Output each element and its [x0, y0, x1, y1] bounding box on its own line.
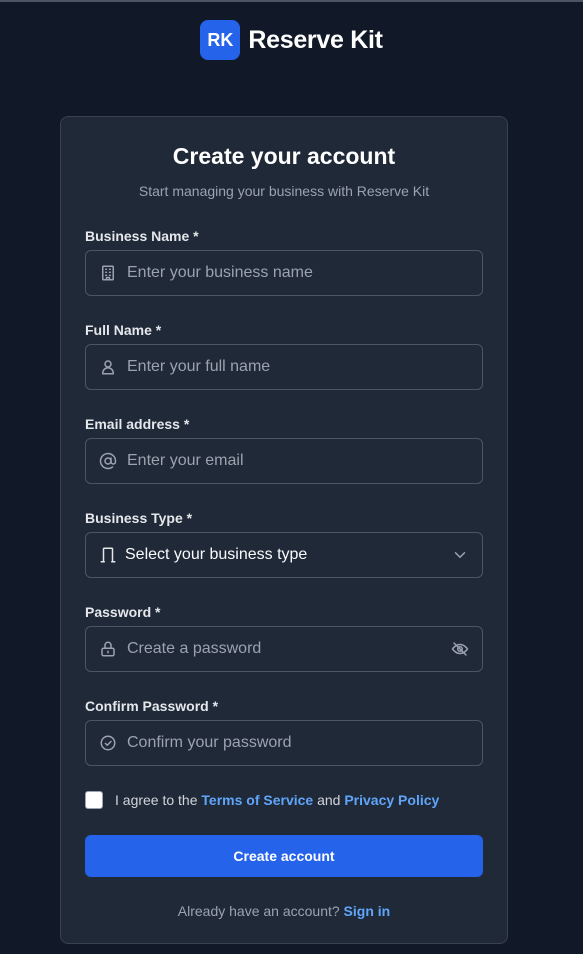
email-field[interactable] [85, 438, 483, 484]
privacy-link[interactable]: Privacy Policy [344, 792, 439, 808]
business-name-input[interactable] [125, 250, 482, 296]
full-name-field[interactable] [85, 344, 483, 390]
terms-link[interactable]: Terms of Service [201, 792, 313, 808]
confirm-password-field[interactable] [85, 720, 483, 766]
eye-off-icon[interactable] [451, 640, 469, 658]
page-subtitle: Start managing your business with Reserv… [138, 183, 430, 199]
business-name-field[interactable] [85, 250, 483, 296]
email-label: Email address * [85, 416, 190, 432]
create-account-button[interactable]: Create account [85, 835, 483, 877]
brand-name: Reserve Kit [248, 25, 383, 54]
business-name-label: Business Name * [85, 228, 199, 244]
lock-icon [99, 640, 117, 658]
at-sign-icon [99, 452, 117, 470]
user-icon [99, 358, 117, 376]
password-input[interactable] [125, 626, 451, 672]
check-circle-icon [99, 734, 117, 752]
logo: RK [200, 20, 241, 60]
signin-link[interactable]: Sign in [344, 903, 391, 919]
business-type-value: Select your business type [125, 546, 308, 563]
terms-checkbox[interactable] [85, 791, 103, 809]
full-name-label: Full Name * [85, 322, 162, 338]
brand-header: RK Reserve Kit [0, 20, 583, 60]
signin-prompt-text: Already have an account? [177, 903, 340, 919]
page-title: Create your account [172, 143, 396, 169]
agree-and: and [317, 792, 341, 808]
signup-card: Create your account Start managing your … [60, 116, 508, 944]
signin-prompt: Already have an account? Sign in [61, 903, 507, 919]
business-type-label: Business Type * [85, 510, 193, 526]
terms-agreement: I agree to the Terms of Service and Priv… [85, 791, 439, 809]
confirm-password-label: Confirm Password * [85, 698, 219, 714]
chevron-down-icon [451, 546, 469, 564]
password-label: Password * [85, 604, 161, 620]
confirm-password-input[interactable] [125, 720, 482, 766]
door-icon [99, 546, 117, 564]
password-field[interactable] [85, 626, 483, 672]
agree-prefix: I agree to the [115, 792, 198, 808]
business-type-select[interactable]: Select your business type [85, 532, 483, 578]
full-name-input[interactable] [125, 344, 482, 390]
email-input[interactable] [125, 438, 482, 484]
building-icon [99, 264, 117, 282]
